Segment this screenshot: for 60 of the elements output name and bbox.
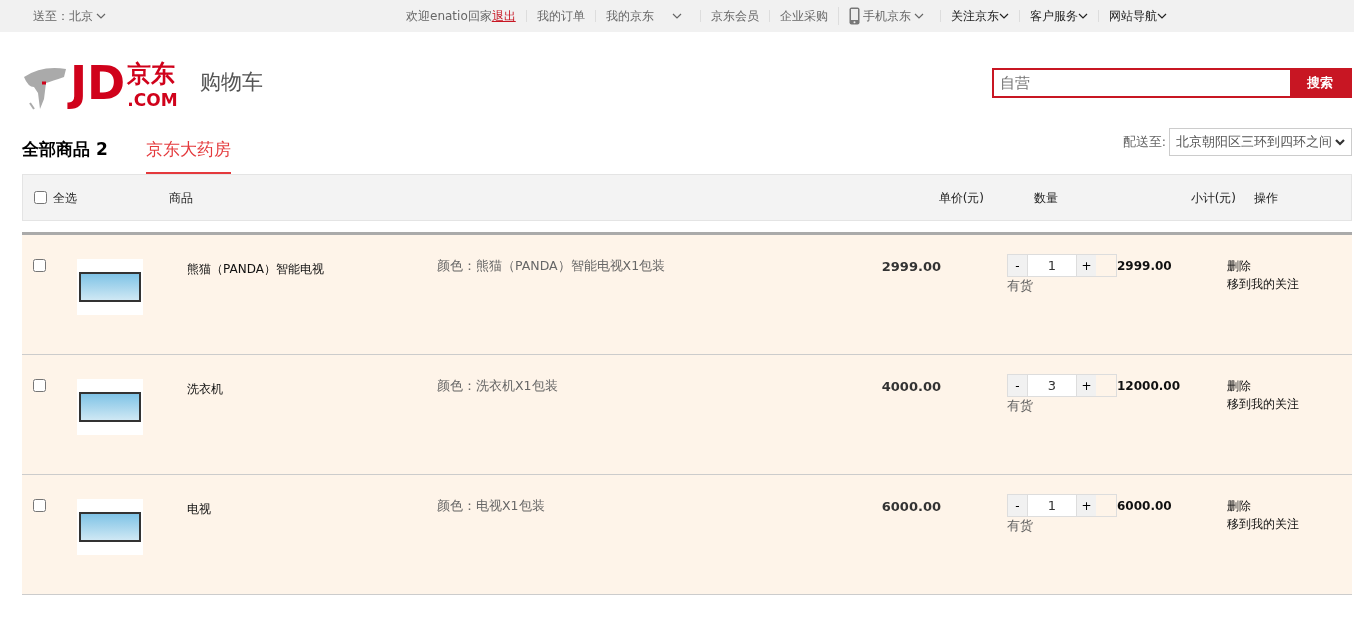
subtotal: 2999.00	[1117, 259, 1172, 273]
column-header: 操作	[1254, 190, 1278, 205]
chevron-down-icon	[1156, 13, 1167, 19]
subtotal: 6000.00	[1117, 499, 1172, 513]
chevron-down-icon	[1335, 138, 1345, 146]
stock-status: 有货	[1007, 397, 1034, 415]
photo-placeholder	[77, 499, 143, 555]
photo-placeholder	[77, 259, 143, 315]
product-spec: 颜色：电视X1包装	[437, 497, 546, 515]
chevron-down-icon	[96, 13, 106, 19]
action-link[interactable]: 删除	[1227, 497, 1347, 515]
delivery-select[interactable]: 北京朝阳区三环到四环之间	[1169, 128, 1352, 156]
product-name[interactable]: 熊猫（PANDA）智能电视	[187, 262, 324, 276]
column-header: 小计(元)	[1190, 190, 1236, 205]
tab[interactable]: 全部商品 2	[22, 136, 108, 174]
phone-icon	[848, 7, 860, 25]
top-nav-link[interactable]: 我的京东	[594, 10, 700, 22]
chevron-down-icon	[671, 13, 682, 19]
column-header: 单价(元)	[938, 190, 984, 205]
welcome-text: 欢迎enatio回家	[406, 10, 492, 22]
top-nav-link[interactable]: 网站导航	[1097, 10, 1177, 22]
product-spec: 颜色：洗衣机X1包装	[437, 377, 559, 395]
subtotal: 12000.00	[1117, 379, 1180, 393]
product-name[interactable]: 电视	[187, 502, 211, 516]
stock-status: 有货	[1007, 517, 1034, 535]
search-field[interactable]: 自营 搜索	[992, 68, 1352, 98]
item-checkbox[interactable]	[33, 499, 46, 512]
column-header: 商品	[169, 190, 193, 205]
logout-link[interactable]: 退出	[491, 10, 516, 22]
chevron-down-icon	[913, 13, 924, 19]
unit-price: 2999.00	[881, 259, 941, 274]
select-all-checkbox[interactable]	[34, 191, 47, 204]
search-button[interactable]: 搜索	[1290, 70, 1350, 96]
top-nav-link[interactable]: 关注京东	[939, 10, 1019, 22]
page-title: 购物车	[199, 69, 263, 97]
action-link[interactable]: 移到我的关注	[1227, 395, 1347, 413]
location-link[interactable]: 送至：北京	[33, 7, 106, 25]
select-all-label: 全选	[53, 189, 77, 207]
chevron-down-icon	[1077, 13, 1088, 19]
action-link[interactable]: 移到我的关注	[1227, 275, 1347, 293]
action-link[interactable]: 删除	[1227, 257, 1347, 275]
action-link[interactable]: 移到我的关注	[1227, 515, 1347, 533]
product-spec: 颜色：熊猫（PANDA）智能电视X1包装	[437, 257, 667, 275]
top-nav-link[interactable]: 手机京东	[837, 7, 940, 25]
column-header: 数量	[1034, 190, 1058, 205]
location-label: 送至：北京	[33, 8, 93, 25]
delivery-label: 配送至:	[1122, 132, 1166, 151]
top-nav-link[interactable]: 京东会员	[699, 10, 769, 22]
chevron-down-icon	[998, 13, 1009, 19]
photo-placeholder	[77, 379, 143, 435]
top-nav-link[interactable]: 企业采购	[768, 10, 838, 22]
unit-price: 6000.00	[881, 499, 941, 514]
unit-price: 4000.00	[881, 379, 941, 394]
item-checkbox[interactable]	[33, 379, 46, 392]
item-checkbox[interactable]	[33, 259, 46, 272]
product-name[interactable]: 洗衣机	[187, 382, 223, 396]
stock-status: 有货	[1007, 277, 1034, 295]
top-nav-link[interactable]: 我的订单	[525, 10, 595, 22]
action-link[interactable]: 删除	[1227, 377, 1347, 395]
top-nav-link[interactable]: 客户服务	[1018, 10, 1098, 22]
